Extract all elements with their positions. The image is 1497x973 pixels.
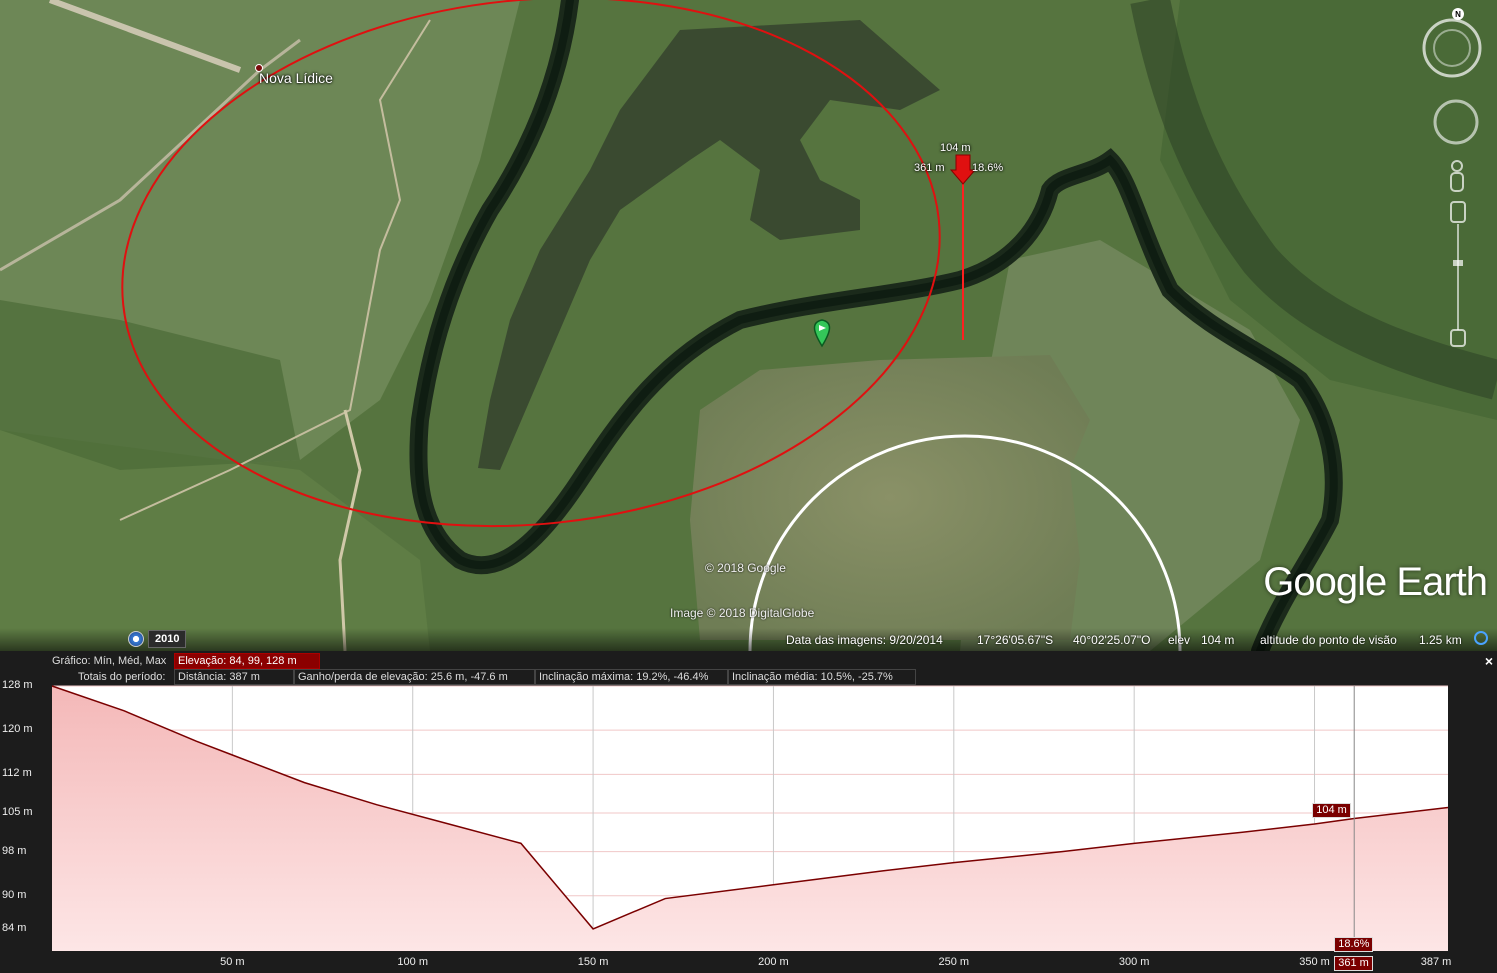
x-tick-label: 150 m: [577, 956, 609, 968]
x-tick-label: 350 m: [1299, 956, 1330, 968]
y-tick-label: 112 m: [2, 767, 32, 780]
y-tick-label: 90 m: [2, 888, 27, 901]
y-tick-label: 120 m: [2, 723, 33, 736]
cursor-distance-tag: 361 m: [1334, 956, 1373, 971]
google-earth-window: Nova Lídice 104 m 361 m 18.6% © 2018 Goo…: [0, 0, 1497, 973]
x-tick-label: 100 m: [397, 956, 429, 968]
x-tick-label: 50 m: [220, 956, 245, 968]
y-tick-label: 98 m: [2, 844, 27, 857]
x-tick-label: 300 m: [1118, 956, 1150, 968]
y-tick-label: 84 m: [2, 921, 27, 934]
elevation-chart[interactable]: [0, 0, 1497, 973]
cursor-elevation-tag: 104 m: [1312, 802, 1351, 818]
x-tick-label: 387 m: [1420, 956, 1452, 968]
x-tick-label: 200 m: [758, 956, 789, 968]
x-tick-label: 250 m: [938, 956, 970, 968]
y-tick-label: 128 m: [2, 679, 33, 691]
cursor-slope-tag: 18.6%: [1334, 937, 1374, 952]
y-tick-label: 105 m: [2, 805, 33, 818]
